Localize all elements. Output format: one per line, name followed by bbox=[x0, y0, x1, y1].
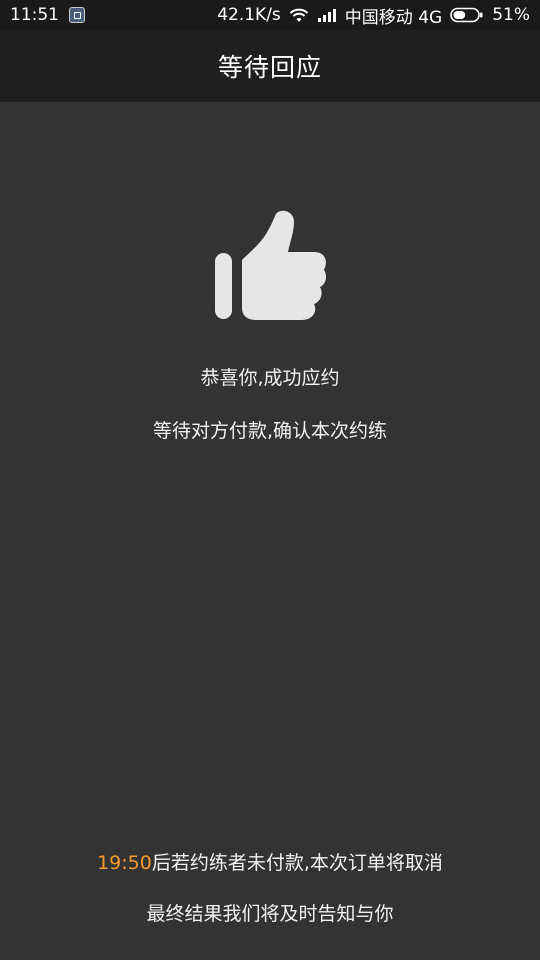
wifi-icon bbox=[289, 8, 308, 22]
battery-icon bbox=[450, 7, 483, 23]
congrats-text: 恭喜你,成功应约 bbox=[200, 367, 340, 389]
result-notice: 最终结果我们将及时告知与你 bbox=[146, 903, 394, 925]
carrier-label: 中国移动 4G bbox=[344, 7, 443, 28]
screen: 11:51 42.1K/s 中国移动 4G 51% 等待回应 恭喜你,成功应约 … bbox=[0, 0, 540, 960]
signal-icon bbox=[317, 9, 336, 22]
status-bar: 11:51 42.1K/s 中国移动 4G 51% bbox=[0, 0, 540, 30]
status-left: 11:51 bbox=[10, 5, 85, 25]
thumbs-up-icon bbox=[215, 210, 327, 320]
title-bar: 等待回应 bbox=[0, 30, 540, 102]
cancel-notice: 19:50后若约练者未付款,本次订单将取消 bbox=[0, 848, 540, 875]
waiting-text: 等待对方付款,确认本次约练 bbox=[152, 420, 388, 442]
app-notification-icon bbox=[69, 7, 85, 23]
status-time: 11:51 bbox=[10, 5, 59, 25]
page-title: 等待回应 bbox=[217, 53, 322, 82]
status-right: 42.1K/s 中国移动 4G 51% bbox=[217, 3, 530, 28]
network-speed: 42.1K/s bbox=[217, 5, 281, 25]
countdown-timer: 19:50 bbox=[97, 852, 152, 874]
battery-percent: 51% bbox=[492, 5, 530, 25]
cancel-notice-text: 后若约练者未付款,本次订单将取消 bbox=[151, 852, 443, 874]
